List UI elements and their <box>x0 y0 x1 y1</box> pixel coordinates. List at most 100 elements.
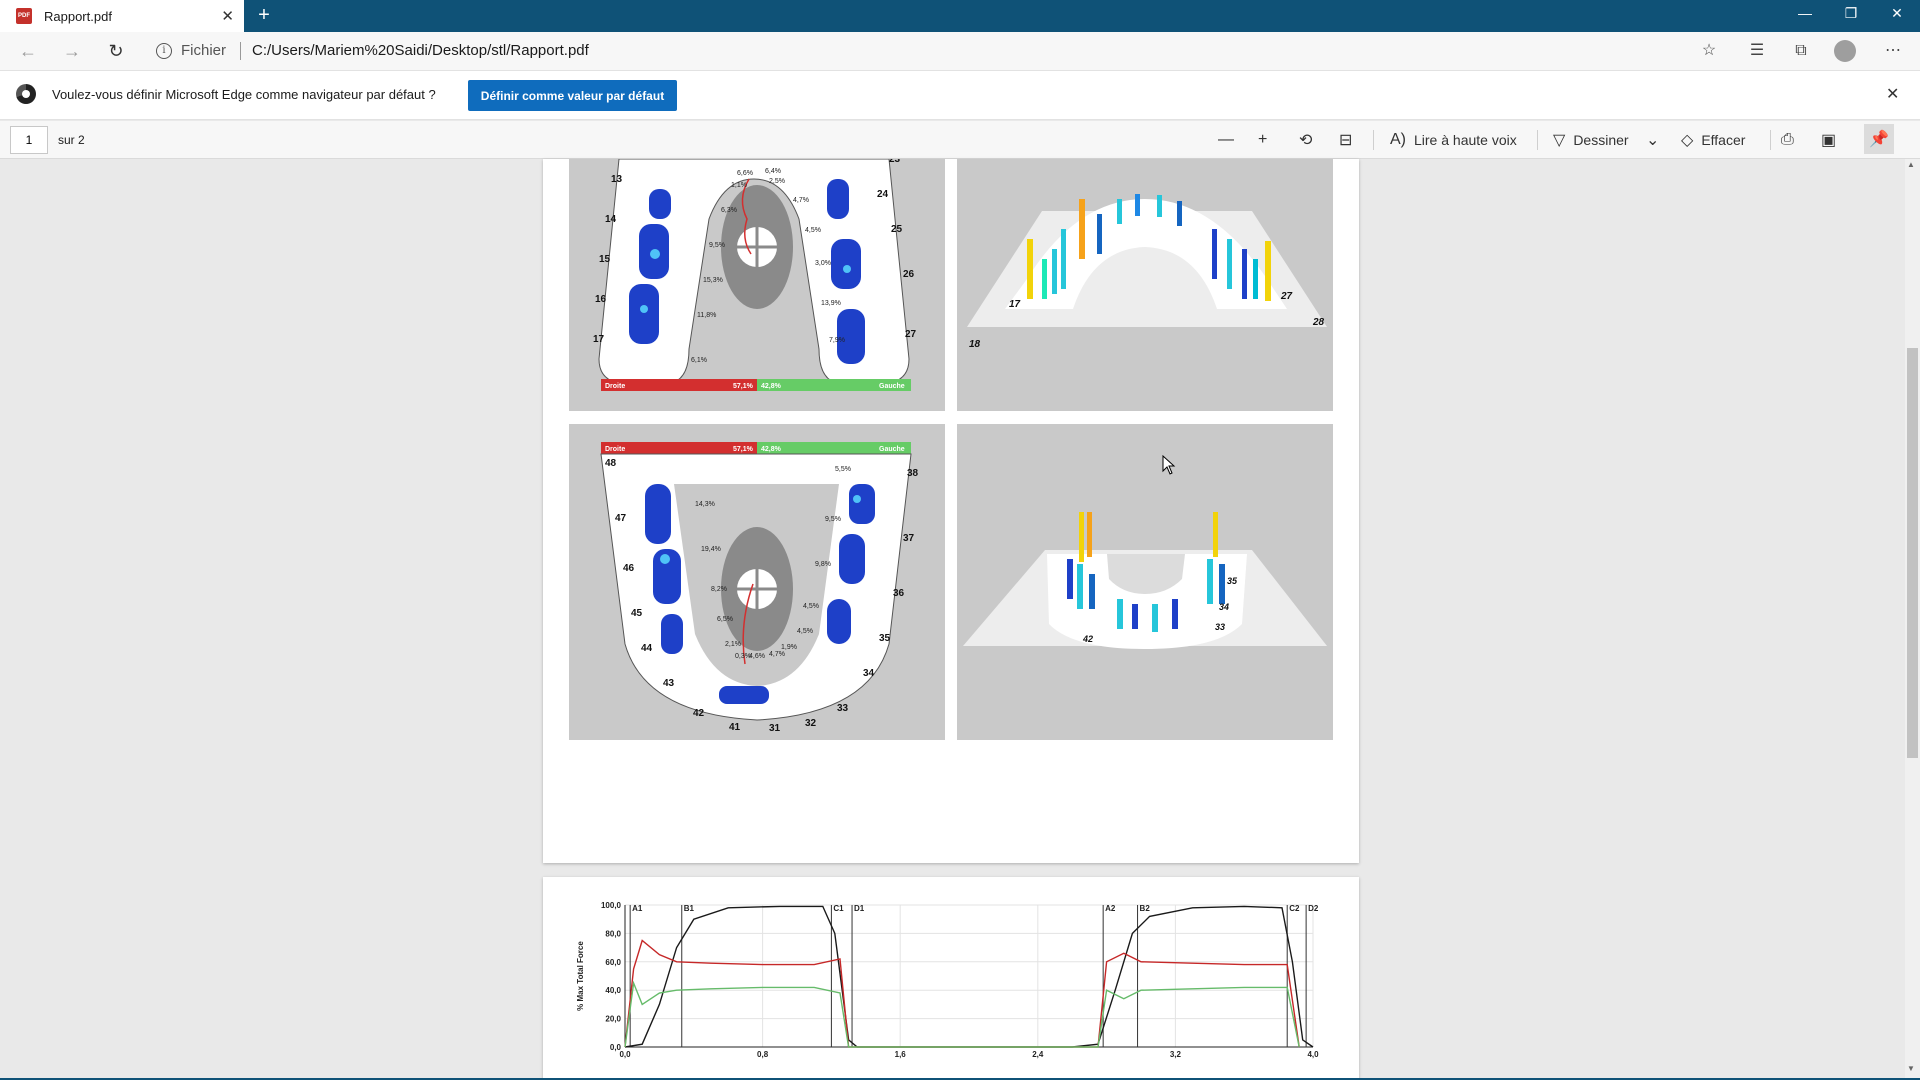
percentage-label: 5,5% <box>835 466 851 473</box>
tooth-number: 48 <box>605 458 617 469</box>
draw-icon: ▽ <box>1553 132 1566 149</box>
tooth-number: 35 <box>879 633 891 644</box>
phase-marker-label: A2 <box>1105 904 1116 913</box>
erase-button[interactable]: ◇ Effacer <box>1681 128 1745 152</box>
tooth-number: 41 <box>729 722 741 733</box>
favorite-star-icon[interactable]: ☆ <box>1698 40 1720 62</box>
phase-marker-label: D2 <box>1308 904 1319 913</box>
percentage-label: 9,5% <box>825 516 841 523</box>
page-number-input[interactable] <box>10 126 48 154</box>
x-tick-label: 4,0 <box>1307 1050 1319 1059</box>
y-tick-label: 80,0 <box>605 929 621 938</box>
percentage-label: 11,8% <box>697 312 716 319</box>
force-series-line <box>624 980 1300 1048</box>
forward-button[interactable]: → <box>58 38 86 66</box>
3d-tooth-label: 17 <box>1009 299 1021 310</box>
pin-icon: 📌 <box>1869 131 1889 148</box>
toolbar-divider <box>1373 130 1374 150</box>
percentage-label: 4,7% <box>769 651 785 658</box>
set-default-button[interactable]: Définir comme valeur par défaut <box>468 80 677 111</box>
browser-tab[interactable]: PDF Rapport.pdf ✕ <box>0 0 244 32</box>
percentage-label: 1,9% <box>781 644 797 651</box>
print-icon: ⎙ <box>1781 131 1794 148</box>
3d-tooth-label: 42 <box>1082 634 1093 644</box>
address-separator <box>240 42 241 60</box>
infobar-message: Voulez-vous définir Microsoft Edge comme… <box>52 87 436 102</box>
close-window-button[interactable]: ✕ <box>1874 0 1920 32</box>
left-side-value: 42,8% <box>761 383 782 390</box>
mouse-cursor-icon <box>1162 454 1176 480</box>
3d-tooth-label: 35 <box>1227 576 1238 586</box>
left-side-label: Gauche <box>879 383 905 390</box>
tooth-number: 16 <box>595 294 607 305</box>
read-aloud-button[interactable]: A) Lire à haute voix <box>1390 128 1517 152</box>
tooth-number: 47 <box>615 513 627 524</box>
back-button[interactable]: ← <box>14 38 42 66</box>
refresh-button[interactable]: ↻ <box>102 38 130 66</box>
read-aloud-label: Lire à haute voix <box>1414 132 1517 148</box>
force-series-line <box>624 939 1300 1048</box>
percentage-label: 19,4% <box>701 546 721 553</box>
y-tick-label: 0,0 <box>610 1043 622 1052</box>
percentage-label: 3,0% <box>815 260 831 267</box>
force-series-line <box>624 905 1314 1048</box>
info-icon[interactable]: i <box>156 43 172 59</box>
page-total: sur 2 <box>58 133 85 147</box>
percentage-label: 6,4% <box>765 168 781 175</box>
percentage-label: 7,9% <box>829 337 845 344</box>
pdf-page-2: 0,0 0,8 1,6 2,4 3,2 4,0 0,0 20,0 40,0 60,0 80,0 100… <box>543 877 1359 1080</box>
tooth-number: 17 <box>593 334 605 345</box>
pdf-page-1: 13 14 15 16 17 23 24 25 26 27 6,6% 6,4% … <box>543 154 1359 863</box>
tooth-number: 13 <box>611 174 623 185</box>
zoom-out-button[interactable]: — <box>1218 128 1242 152</box>
phase-marker-label: B1 <box>684 904 695 913</box>
tooth-number: 36 <box>893 588 905 599</box>
address-scheme: Fichier <box>181 42 227 59</box>
pdf-icon: PDF <box>16 8 32 24</box>
upper-3d-force-view: 17 18 27 28 <box>957 159 1333 411</box>
percentage-label: 4,5% <box>805 227 821 234</box>
restore-button[interactable]: ❐ <box>1828 0 1874 32</box>
favorites-icon[interactable]: ☰ <box>1746 40 1768 62</box>
url-field[interactable]: C:/Users/Mariem%20Saidi/Desktop/stl/Rapp… <box>252 42 589 59</box>
scrollbar-thumb[interactable] <box>1907 348 1918 758</box>
minimize-button[interactable]: — <box>1782 0 1828 32</box>
left-side-value: 42,8% <box>761 446 782 453</box>
toolbar-divider <box>1537 130 1538 150</box>
phase-marker-label: C2 <box>1289 904 1300 913</box>
x-tick-label: 1,6 <box>895 1050 907 1059</box>
percentage-label: 6,5% <box>717 616 733 623</box>
y-axis-label: % Max Total Force <box>576 941 585 1011</box>
edge-logo-icon <box>16 84 36 104</box>
right-side-value: 57,1% <box>733 446 754 453</box>
pin-toolbar-button[interactable]: 📌 <box>1864 124 1894 154</box>
scroll-up-icon[interactable]: ▲ <box>1907 160 1915 169</box>
print-button[interactable]: ⎙ <box>1781 128 1802 152</box>
rotate-button[interactable]: ⟲ <box>1299 128 1320 152</box>
fit-page-icon: ⊟ <box>1339 132 1353 149</box>
tooth-number: 44 <box>641 643 653 654</box>
infobar-close-icon[interactable]: ✕ <box>1886 84 1899 104</box>
draw-button[interactable]: ▽ Dessiner <box>1553 128 1629 152</box>
new-tab-button[interactable]: + <box>252 4 276 28</box>
percentage-label: 2,5% <box>769 178 785 185</box>
percentage-label: 8,2% <box>711 586 727 593</box>
toolbar-divider <box>1770 130 1771 150</box>
fit-page-button[interactable]: ⊟ <box>1339 128 1360 152</box>
collections-icon[interactable]: ⧉ <box>1790 40 1812 62</box>
percentage-label: 6,3% <box>721 207 737 214</box>
tooth-number: 14 <box>605 214 617 225</box>
right-side-value: 57,1% <box>733 383 754 390</box>
maxillary-force-map: 13 14 15 16 17 23 24 25 26 27 6,6% 6,4% … <box>569 154 945 411</box>
percentage-label: 6,1% <box>691 357 707 364</box>
draw-options-dropdown[interactable]: ⌄ <box>1646 128 1667 152</box>
scroll-down-icon[interactable]: ▼ <box>1907 1064 1915 1073</box>
tooth-number: 45 <box>631 608 643 619</box>
save-button[interactable]: ▣ <box>1821 128 1844 152</box>
close-tab-icon[interactable]: ✕ <box>221 7 234 25</box>
more-options-icon[interactable]: ⋯ <box>1882 40 1904 62</box>
profile-avatar[interactable] <box>1834 40 1856 62</box>
zoom-in-button[interactable]: + <box>1258 128 1275 152</box>
percentage-label: 4,7% <box>793 197 809 204</box>
x-tick-label: 0,8 <box>757 1050 769 1059</box>
